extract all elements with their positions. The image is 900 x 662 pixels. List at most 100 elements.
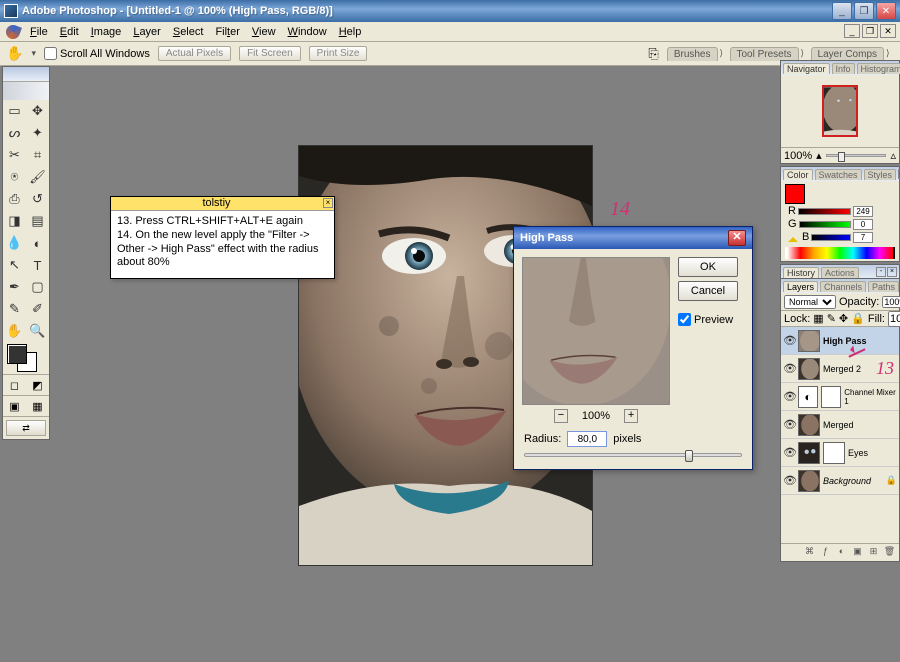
doc-restore-button[interactable]: ❐ bbox=[862, 24, 878, 38]
palette-tab-brushes[interactable]: Brushes bbox=[667, 47, 718, 61]
layer-mask-thumb[interactable] bbox=[821, 386, 841, 408]
g-value[interactable]: 0 bbox=[853, 219, 873, 230]
dodge-tool[interactable]: ◐ bbox=[26, 232, 49, 254]
layer-row[interactable]: 👁 ◐ Channel Mixer 1 bbox=[781, 383, 899, 411]
layer-name[interactable]: Channel Mixer 1 bbox=[844, 388, 897, 406]
g-slider[interactable] bbox=[799, 221, 851, 228]
layer-row[interactable]: 👁 Background 🔒 bbox=[781, 467, 899, 495]
visibility-icon[interactable]: 👁 bbox=[783, 446, 795, 459]
ok-button[interactable]: OK bbox=[678, 257, 738, 277]
tab-histogram[interactable]: Histogram bbox=[857, 63, 900, 74]
layer-thumb[interactable]: ◐ bbox=[798, 386, 818, 408]
imageready-button[interactable]: ⇄ bbox=[6, 420, 46, 436]
hand-tool-icon[interactable]: ✋ bbox=[6, 45, 23, 62]
doc-close-button[interactable]: ✕ bbox=[880, 24, 896, 38]
scroll-all-checkbox[interactable]: Scroll All Windows bbox=[44, 47, 150, 60]
history-brush-tool[interactable]: ↺ bbox=[26, 188, 49, 210]
palette-tab-layer-comps[interactable]: Layer Comps bbox=[811, 47, 884, 61]
note-close-icon[interactable]: × bbox=[323, 198, 333, 208]
color-ramp[interactable] bbox=[785, 247, 895, 259]
nav-zoom-out-icon[interactable]: ▴ bbox=[816, 149, 822, 162]
stamp-tool[interactable]: ⎙ bbox=[3, 188, 26, 210]
visibility-icon[interactable]: 👁 bbox=[783, 362, 795, 375]
layer-thumb[interactable] bbox=[798, 470, 820, 492]
tab-paths[interactable]: Paths bbox=[868, 281, 899, 292]
layer-mask-thumb[interactable] bbox=[823, 442, 845, 464]
layer-thumb[interactable] bbox=[798, 358, 820, 380]
preview-checkbox[interactable]: Preview bbox=[678, 313, 738, 326]
panel-close-icon[interactable]: × bbox=[887, 267, 897, 277]
note-header[interactable]: × tolstiy bbox=[111, 197, 334, 211]
tab-color[interactable]: Color bbox=[783, 169, 813, 180]
dialog-preview-image[interactable] bbox=[522, 257, 670, 405]
tab-channels[interactable]: Channels bbox=[820, 281, 866, 292]
palette-tab-tool-presets[interactable]: Tool Presets bbox=[730, 47, 799, 61]
panel-minimize-icon[interactable]: - bbox=[876, 267, 886, 277]
layer-name[interactable]: Background bbox=[823, 476, 871, 486]
navigator-slider[interactable] bbox=[826, 154, 887, 157]
mask-icon[interactable]: ◐ bbox=[835, 546, 848, 559]
visibility-icon[interactable]: 👁 bbox=[783, 474, 795, 487]
tab-info[interactable]: Info bbox=[832, 63, 855, 74]
toolbox-header[interactable] bbox=[3, 67, 49, 82]
layer-row[interactable]: 👁 Merged bbox=[781, 411, 899, 439]
r-value[interactable]: 249 bbox=[853, 206, 873, 217]
hand-tool[interactable]: ✋ bbox=[3, 320, 26, 342]
visibility-icon[interactable]: 👁 bbox=[783, 390, 795, 403]
screenmode-full[interactable]: ▦ bbox=[26, 396, 49, 416]
notes-tool[interactable]: ✎ bbox=[3, 298, 26, 320]
menu-help[interactable]: Help bbox=[333, 24, 368, 40]
foreground-color-swatch[interactable] bbox=[7, 344, 27, 364]
b-value[interactable]: 7 bbox=[853, 232, 873, 243]
visibility-icon[interactable]: 👁 bbox=[783, 334, 795, 347]
brush-tool[interactable]: 🖌 bbox=[26, 166, 49, 188]
zoom-in-button[interactable]: + bbox=[624, 409, 638, 423]
blur-tool[interactable]: 💧 bbox=[3, 232, 26, 254]
tab-navigator[interactable]: Navigator bbox=[783, 63, 830, 74]
fx-icon[interactable]: ƒ bbox=[819, 546, 832, 559]
layer-thumb[interactable] bbox=[798, 330, 820, 352]
blend-mode-select[interactable]: Normal bbox=[784, 295, 836, 309]
fit-screen-button[interactable]: Fit Screen bbox=[239, 46, 301, 61]
layer-name[interactable]: Merged 2 bbox=[823, 364, 861, 374]
healing-tool[interactable]: ⍟ bbox=[3, 166, 26, 188]
eyedropper-tool[interactable]: ✐ bbox=[26, 298, 49, 320]
annotation-note[interactable]: × tolstiy 13. Press CTRL+SHIFT+ALT+E aga… bbox=[110, 196, 335, 279]
cancel-button[interactable]: Cancel bbox=[678, 281, 738, 301]
tab-swatches[interactable]: Swatches bbox=[815, 169, 862, 180]
menu-layer[interactable]: Layer bbox=[127, 24, 167, 40]
radius-input[interactable] bbox=[567, 431, 607, 447]
radius-slider[interactable] bbox=[524, 453, 742, 457]
lock-all-icon[interactable]: 🔒 bbox=[851, 312, 865, 325]
menu-filter[interactable]: Filter bbox=[209, 24, 245, 40]
layer-name[interactable]: Merged bbox=[823, 420, 854, 430]
minimize-button[interactable]: _ bbox=[832, 2, 852, 20]
gamut-warning-icon[interactable] bbox=[788, 232, 798, 242]
layer-name[interactable]: Eyes bbox=[848, 448, 868, 458]
tab-actions[interactable]: Actions bbox=[821, 267, 859, 278]
screenmode-standard[interactable]: ▣ bbox=[3, 396, 26, 416]
trash-icon[interactable]: 🗑 bbox=[883, 546, 896, 559]
lock-move-icon[interactable]: ✥ bbox=[839, 312, 848, 325]
opacity-input[interactable] bbox=[882, 296, 900, 308]
tab-styles[interactable]: Styles bbox=[864, 169, 897, 180]
doc-minimize-button[interactable]: _ bbox=[844, 24, 860, 38]
lock-paint-icon[interactable]: ✎ bbox=[827, 312, 836, 325]
gradient-tool[interactable]: ▤ bbox=[26, 210, 49, 232]
layer-thumb[interactable] bbox=[798, 414, 820, 436]
menu-image[interactable]: Image bbox=[85, 24, 128, 40]
eraser-tool[interactable]: ◨ bbox=[3, 210, 26, 232]
visibility-icon[interactable]: 👁 bbox=[783, 418, 795, 431]
dialog-close-button[interactable]: ✕ bbox=[728, 230, 746, 246]
color-foreground-swatch[interactable] bbox=[785, 184, 805, 204]
print-size-button[interactable]: Print Size bbox=[309, 46, 368, 61]
menu-view[interactable]: View bbox=[246, 24, 282, 40]
folder-icon[interactable]: ▣ bbox=[851, 546, 864, 559]
layer-row[interactable]: 👁 Eyes bbox=[781, 439, 899, 467]
move-tool[interactable]: ✥ bbox=[26, 100, 49, 122]
palette-well-icon[interactable]: ⎘ bbox=[648, 46, 658, 62]
slice-tool[interactable]: ⌗ bbox=[26, 144, 49, 166]
quickmask-on[interactable]: ◩ bbox=[26, 375, 49, 395]
close-button[interactable]: ✕ bbox=[876, 2, 896, 20]
r-slider[interactable] bbox=[798, 208, 851, 215]
